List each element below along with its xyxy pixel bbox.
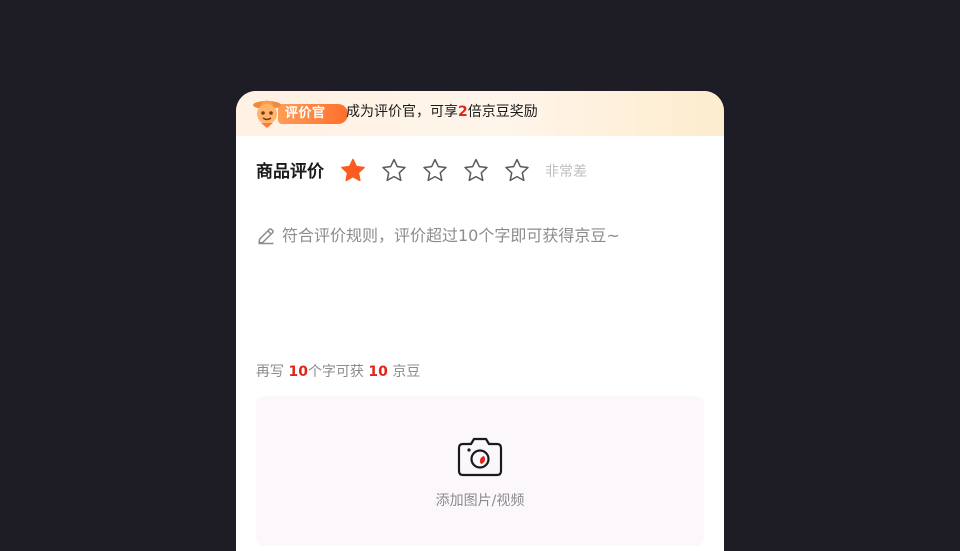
rating-description: 非常差 — [545, 164, 587, 180]
hint-chars-remaining: 10 — [288, 364, 308, 380]
banner-text-suffix: 倍京豆奖励 — [467, 104, 538, 120]
star-icon[interactable] — [421, 157, 449, 185]
star-icon[interactable] — [503, 157, 531, 185]
hint-part2: 个字可获 — [307, 364, 364, 380]
banner-text-prefix: 成为评价官，可享 — [346, 104, 458, 120]
add-media-label: 添加图片/视频 — [435, 493, 525, 509]
camera-icon — [457, 437, 503, 477]
reviewer-badge: 评价官 — [252, 95, 348, 129]
add-media-button[interactable]: 添加图片/视频 — [256, 396, 704, 546]
reviewer-program-banner[interactable]: 评价官 成为评价官，可享2倍京豆奖励 — [236, 91, 724, 136]
pencil-icon — [258, 228, 274, 245]
review-text-area[interactable]: 符合评价规则，评价超过10个字即可获得京豆~ — [256, 225, 704, 345]
star-icon[interactable] — [380, 157, 408, 185]
review-card: 评价官 成为评价官，可享2倍京豆奖励 商品评价 非常差 符合评价规则，评价超过1 — [236, 91, 724, 551]
hint-part3: 京豆 — [392, 364, 421, 380]
badge-label: 评价官 — [285, 106, 326, 121]
word-count-hint: 再写 10个字可获 10 京豆 — [256, 363, 420, 381]
banner-text-highlight: 2 — [458, 104, 468, 120]
star-icon[interactable] — [462, 157, 490, 185]
hint-bean-reward: 10 — [368, 364, 388, 380]
star-icon[interactable] — [339, 157, 367, 185]
hint-part1: 再写 — [256, 364, 284, 380]
rating-row: 商品评价 非常差 — [256, 157, 696, 187]
mascot-badge-icon — [253, 100, 281, 128]
rating-label: 商品评价 — [256, 162, 324, 182]
review-placeholder: 符合评价规则，评价超过10个字即可获得京豆~ — [282, 226, 620, 245]
banner-text: 成为评价官，可享2倍京豆奖励 — [346, 103, 538, 121]
